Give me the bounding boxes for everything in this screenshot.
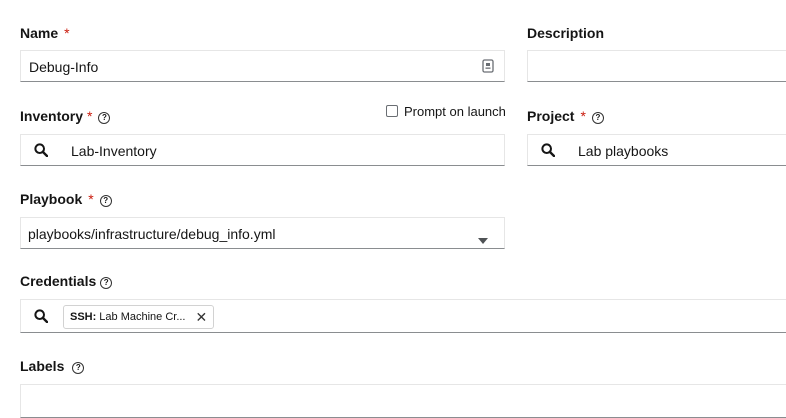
playbook-value: playbooks/infrastructure/debug_info.yml <box>28 226 276 242</box>
inventory-field[interactable]: Lab-Inventory <box>20 134 505 166</box>
chip-type: SSH: <box>70 311 97 323</box>
help-icon[interactable]: ? <box>72 362 85 374</box>
prompt-on-launch-label: Prompt on launch <box>404 104 506 119</box>
help-icon[interactable]: ? <box>591 112 604 124</box>
prompt-on-launch-checkbox[interactable] <box>386 105 398 117</box>
project-value: Lab playbooks <box>578 143 669 159</box>
playbook-select[interactable]: playbooks/infrastructure/debug_info.yml <box>20 217 505 249</box>
credentials-label: Credentials? <box>20 273 113 289</box>
playbook-label: Playbook *? <box>20 191 112 207</box>
playbook-label-text: Playbook <box>20 191 83 207</box>
chip-name: Lab Machine Cr... <box>99 311 186 323</box>
help-icon[interactable]: ? <box>100 277 113 289</box>
labels-field[interactable] <box>20 384 786 418</box>
project-label-text: Project <box>527 108 575 124</box>
labels-label: Labels? <box>20 358 85 374</box>
name-value: Debug-Info <box>29 59 99 75</box>
inventory-label: Inventory *? <box>20 108 111 124</box>
inventory-value: Lab-Inventory <box>71 143 157 159</box>
required-marker: * <box>580 108 586 124</box>
credential-chip: SSH: Lab Machine Cr... ✕ <box>63 305 215 329</box>
project-field[interactable]: Lab playbooks <box>527 134 786 166</box>
project-label: Project *? <box>527 108 604 124</box>
search-icon[interactable] <box>528 135 568 165</box>
help-icon[interactable]: ? <box>98 112 111 124</box>
help-icon[interactable]: ? <box>99 195 112 207</box>
credentials-label-text: Credentials <box>20 273 97 289</box>
name-label-text: Name <box>20 25 59 41</box>
inventory-label-text: Inventory <box>20 108 84 124</box>
required-marker: * <box>64 25 70 41</box>
name-field[interactable]: Debug-Info <box>20 50 505 82</box>
labels-label-text: Labels <box>20 358 65 374</box>
credentials-field[interactable]: SSH: Lab Machine Cr... ✕ <box>20 299 786 333</box>
description-label: Description <box>527 25 605 41</box>
caret-down-icon[interactable] <box>478 231 488 249</box>
required-marker: * <box>87 108 93 124</box>
name-label: Name * <box>20 25 70 41</box>
clipboard-icon <box>482 59 494 78</box>
search-icon[interactable] <box>21 300 61 332</box>
required-marker: * <box>88 191 94 207</box>
search-icon[interactable] <box>21 135 61 165</box>
description-field[interactable] <box>527 50 786 82</box>
close-icon[interactable]: ✕ <box>196 309 208 326</box>
